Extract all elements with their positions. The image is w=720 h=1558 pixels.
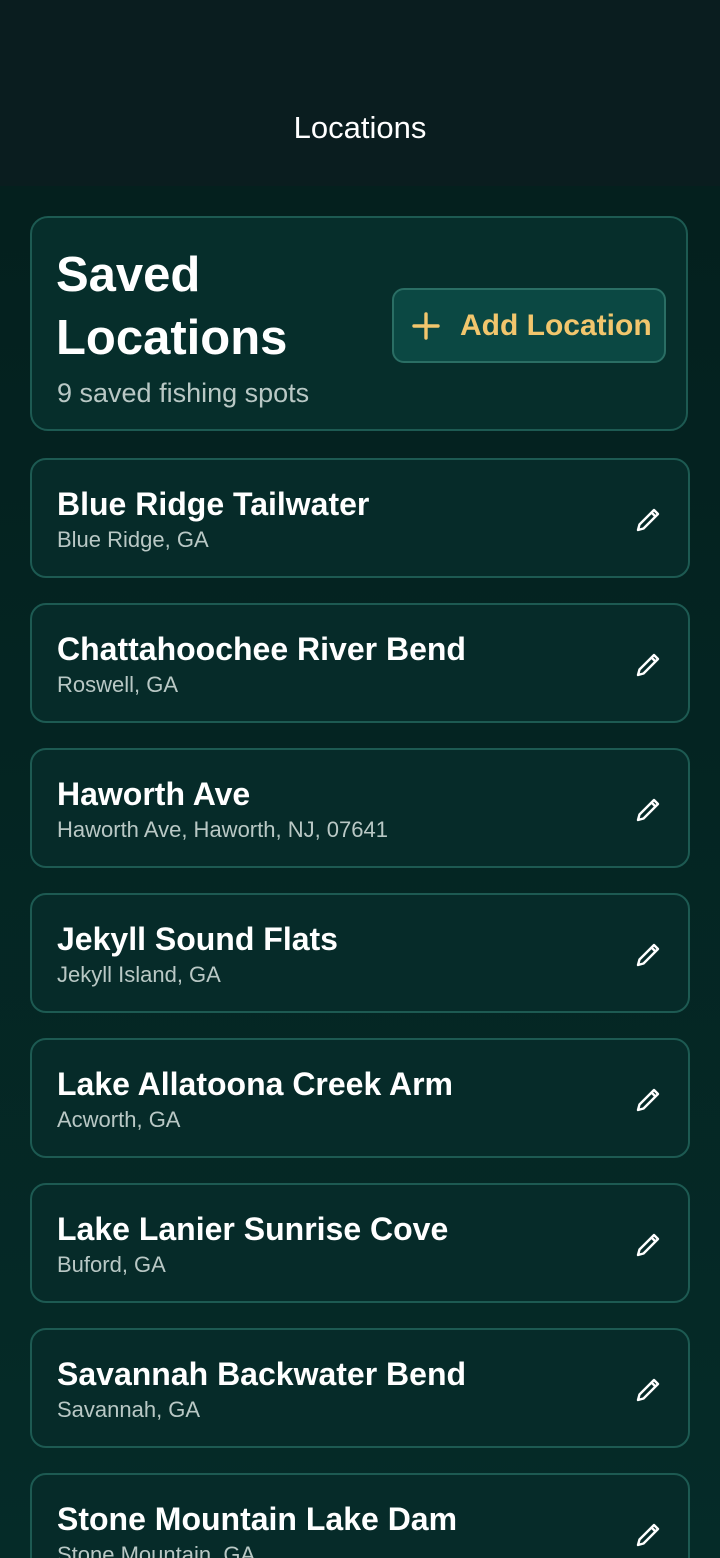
edit-location-button[interactable] <box>628 1080 668 1120</box>
location-address: Savannah, GA <box>57 1397 201 1422</box>
edit-location-button[interactable] <box>628 500 668 540</box>
location-name: Stone Mountain Lake Dam <box>57 1501 458 1537</box>
pencil-icon <box>636 798 660 822</box>
edit-location-button[interactable] <box>628 790 668 830</box>
locations-content[interactable]: Saved Locations 9 saved fishing spots Ad… <box>0 186 720 1558</box>
location-name: Chattahoochee River Bend <box>57 631 466 667</box>
plus-icon <box>412 311 440 340</box>
location-card[interactable]: Lake Lanier Sunrise Cove Buford, GA <box>30 1183 690 1303</box>
location-address: Stone Mountain, GA <box>57 1542 256 1558</box>
pencil-icon <box>636 1233 660 1257</box>
pencil-icon <box>636 653 660 677</box>
pencil-icon <box>636 508 660 532</box>
location-card[interactable]: Lake Allatoona Creek Arm Acworth, GA <box>30 1038 690 1158</box>
location-name: Savannah Backwater Bend <box>57 1356 467 1392</box>
location-address: Jekyll Island, GA <box>57 962 221 987</box>
navigation-bar: Locations <box>0 0 720 186</box>
location-card[interactable]: Chattahoochee River Bend Roswell, GA <box>30 603 690 723</box>
location-address: Buford, GA <box>57 1252 166 1277</box>
pencil-icon <box>636 1088 660 1112</box>
location-name: Lake Lanier Sunrise Cove <box>57 1211 449 1247</box>
location-name: Haworth Ave <box>57 776 251 812</box>
location-address: Haworth Ave, Haworth, NJ, 07641 <box>57 817 388 842</box>
location-name: Lake Allatoona Creek Arm <box>57 1066 453 1102</box>
section-title: Saved Locations <box>56 248 288 365</box>
location-address: Acworth, GA <box>57 1107 181 1132</box>
edit-location-button[interactable] <box>628 935 668 975</box>
edit-location-button[interactable] <box>628 1225 668 1265</box>
page-title: Locations <box>293 110 427 145</box>
location-card[interactable]: Blue Ridge Tailwater Blue Ridge, GA <box>30 458 690 578</box>
location-address: Blue Ridge, GA <box>57 527 209 552</box>
add-location-button[interactable]: Add Location <box>392 288 666 363</box>
location-address: Roswell, GA <box>57 672 179 697</box>
location-name: Jekyll Sound Flats <box>57 921 338 957</box>
saved-locations-header-card: Saved Locations 9 saved fishing spots Ad… <box>30 216 688 431</box>
pencil-icon <box>636 1523 660 1547</box>
location-card[interactable]: Jekyll Sound Flats Jekyll Island, GA <box>30 893 690 1013</box>
edit-location-button[interactable] <box>628 1370 668 1410</box>
location-name: Blue Ridge Tailwater <box>57 486 370 522</box>
edit-location-button[interactable] <box>628 1515 668 1555</box>
pencil-icon <box>636 1378 660 1402</box>
location-card[interactable]: Stone Mountain Lake Dam Stone Mountain, … <box>30 1473 690 1558</box>
edit-location-button[interactable] <box>628 645 668 685</box>
add-location-label: Add Location <box>460 308 652 342</box>
location-card[interactable]: Haworth Ave Haworth Ave, Haworth, NJ, 07… <box>30 748 690 868</box>
saved-count-text: 9 saved fishing spots <box>57 378 310 408</box>
pencil-icon <box>636 943 660 967</box>
location-card[interactable]: Savannah Backwater Bend Savannah, GA <box>30 1328 690 1448</box>
